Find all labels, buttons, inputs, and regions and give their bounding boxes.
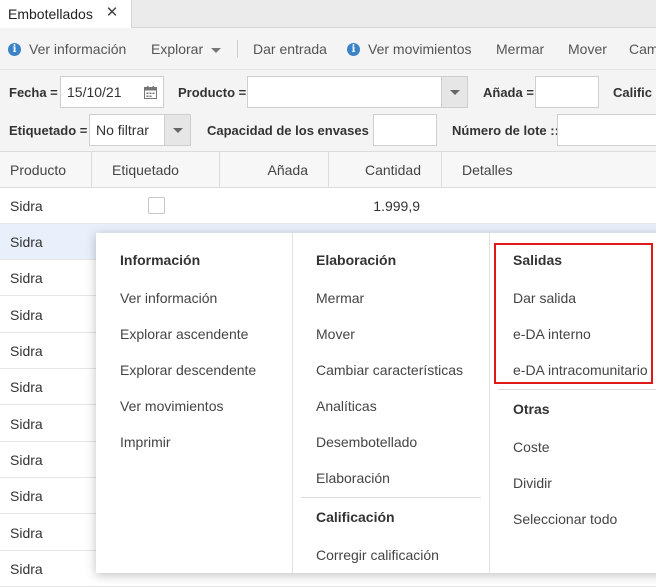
- producto-label: Producto =: [178, 85, 247, 100]
- cell-producto: Sidra: [10, 379, 43, 395]
- menu-item-ver-movimientos[interactable]: Ver movimientos: [120, 398, 223, 414]
- menu-item-desembotellado[interactable]: Desembotellado: [316, 434, 417, 450]
- cell-producto: Sidra: [10, 525, 43, 541]
- mover-button[interactable]: Mover: [568, 28, 607, 70]
- column-header-anada[interactable]: Añada: [220, 152, 329, 188]
- column-header-label: Etiquetado: [112, 162, 179, 178]
- filter-panel: Fecha = 15/10/21 Producto = Añada = Cali…: [0, 70, 656, 152]
- menu-item-eda-interno[interactable]: e-DA interno: [513, 326, 591, 342]
- menu-item-dar-salida[interactable]: Dar salida: [513, 290, 576, 306]
- toolbar-divider: [237, 40, 238, 58]
- dar-entrada-button[interactable]: Dar entrada: [253, 28, 327, 70]
- cambiar-button[interactable]: Cam: [629, 28, 656, 70]
- tab-label: Embotellados: [8, 6, 93, 22]
- menu-column-informacion: Información Ver información Explorar asc…: [96, 233, 292, 573]
- column-header-etiquetado[interactable]: Etiquetado: [92, 152, 220, 188]
- ver-movimientos-button[interactable]: i Ver movimientos: [347, 28, 471, 70]
- menu-item-explorar-descendente[interactable]: Explorar descendente: [120, 362, 256, 378]
- column-header-label: Producto: [10, 162, 67, 178]
- cell-producto: Sidra: [10, 343, 43, 359]
- cell-producto: Sidra: [10, 452, 43, 468]
- toolbar: i Ver información Explorar Dar entrada i…: [0, 28, 656, 70]
- etiquetado-label: Etiquetado =: [9, 123, 88, 138]
- menu-item-mover[interactable]: Mover: [316, 326, 355, 342]
- menu-heading-salidas: Salidas: [513, 252, 563, 268]
- cell-producto: Sidra: [10, 198, 43, 214]
- etiquetado-checkbox[interactable]: [148, 197, 165, 214]
- mover-label: Mover: [568, 41, 607, 57]
- ver-informacion-button[interactable]: i Ver información: [8, 28, 126, 70]
- ver-informacion-label: Ver información: [29, 41, 127, 57]
- column-header-label: Cantidad: [364, 162, 421, 178]
- column-header-producto[interactable]: Producto: [0, 152, 92, 188]
- etiquetado-dropdown-button[interactable]: [164, 115, 190, 145]
- explorar-dropdown-button[interactable]: Explorar: [151, 28, 222, 70]
- anada-field[interactable]: [535, 76, 599, 108]
- column-header-label: Añada: [267, 162, 308, 178]
- mermar-label: Mermar: [496, 41, 545, 57]
- menu-item-ver-informacion[interactable]: Ver información: [120, 290, 217, 306]
- menu-heading-elaboracion: Elaboración: [316, 252, 397, 268]
- capacidad-label: Capacidad de los envases =: [207, 123, 381, 138]
- info-icon: i: [8, 42, 21, 56]
- tab-bar: Embotellados ✕: [0, 0, 656, 28]
- menu-item-mermar[interactable]: Mermar: [316, 290, 364, 306]
- column-header-detalles[interactable]: Detalles: [442, 152, 656, 188]
- menu-item-explorar-ascendente[interactable]: Explorar ascendente: [120, 326, 248, 342]
- chevron-down-icon: [211, 47, 222, 53]
- chevron-down-icon: [172, 127, 183, 133]
- menu-column-elaboracion: Elaboración Mermar Mover Cambiar caracte…: [292, 233, 489, 573]
- menu-item-coste[interactable]: Coste: [513, 439, 550, 455]
- mermar-button[interactable]: Mermar: [496, 28, 544, 70]
- menu-item-cambiar-caracteristicas[interactable]: Cambiar características: [316, 362, 463, 378]
- context-menu: Información Ver información Explorar asc…: [96, 233, 656, 573]
- menu-divider: [301, 497, 481, 498]
- chevron-down-icon: [449, 89, 460, 95]
- cell-producto: Sidra: [10, 561, 43, 577]
- menu-item-dividir[interactable]: Dividir: [513, 475, 552, 491]
- producto-field[interactable]: [247, 76, 468, 108]
- anada-label: Añada =: [483, 85, 534, 100]
- fecha-field[interactable]: 15/10/21: [60, 76, 164, 108]
- cell-producto: Sidra: [10, 416, 43, 432]
- column-header-label: Detalles: [462, 162, 513, 178]
- menu-heading-informacion: Información: [120, 252, 201, 268]
- capacidad-field[interactable]: [373, 114, 437, 146]
- menu-item-corregir-calificacion[interactable]: Corregir calificación: [316, 547, 439, 563]
- producto-dropdown-button[interactable]: [441, 77, 467, 107]
- dar-entrada-label: Dar entrada: [253, 41, 327, 57]
- etiquetado-select[interactable]: No filtrar: [89, 114, 191, 146]
- menu-item-analiticas[interactable]: Analíticas: [316, 398, 377, 414]
- cell-producto: Sidra: [10, 307, 43, 323]
- menu-heading-otras: Otras: [513, 401, 550, 417]
- column-header-cantidad[interactable]: Cantidad: [329, 152, 442, 188]
- calificacion-label: Calific: [613, 85, 653, 100]
- tab-embotellados[interactable]: Embotellados ✕: [0, 0, 132, 28]
- cell-producto: Sidra: [10, 234, 43, 250]
- fecha-value: 15/10/21: [67, 84, 122, 100]
- cell-producto: Sidra: [10, 488, 43, 504]
- cell-producto: Sidra: [10, 270, 43, 286]
- cambiar-label: Cam: [629, 41, 656, 57]
- menu-heading-calificacion: Calificación: [316, 509, 395, 525]
- menu-item-seleccionar-todo[interactable]: Seleccionar todo: [513, 511, 617, 527]
- menu-item-elaboracion[interactable]: Elaboración: [316, 470, 390, 486]
- lote-label: Número de lote ::: [452, 123, 559, 138]
- info-icon: i: [347, 42, 360, 56]
- menu-item-imprimir[interactable]: Imprimir: [120, 434, 171, 450]
- ver-movimientos-label: Ver movimientos: [368, 41, 472, 57]
- close-icon[interactable]: ✕: [104, 4, 120, 22]
- menu-item-eda-intracomunitario[interactable]: e-DA intracomunitario: [513, 362, 648, 378]
- explorar-label: Explorar: [151, 41, 204, 57]
- menu-column-salidas: Salidas Dar salida e-DA interno e-DA int…: [489, 233, 656, 573]
- menu-divider: [498, 389, 656, 390]
- fecha-label: Fecha =: [9, 85, 58, 100]
- cell-cantidad: 1.999,9: [373, 198, 420, 214]
- table-row[interactable]: Sidra 1.999,9: [0, 188, 656, 224]
- lote-field[interactable]: [557, 114, 656, 146]
- grid-header: Producto Etiquetado Añada Cantidad Detal…: [0, 152, 656, 188]
- etiquetado-value: No filtrar: [96, 122, 149, 138]
- calendar-icon[interactable]: [137, 77, 163, 107]
